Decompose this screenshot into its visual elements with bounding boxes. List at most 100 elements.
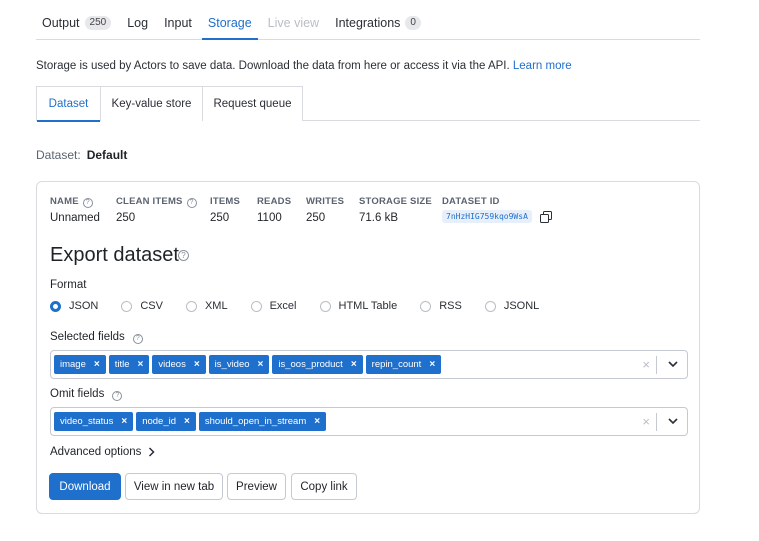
format-excel-label: Excel [269,300,297,312]
format-rss-label: RSS [439,300,462,312]
copy-link-button[interactable]: Copy link [291,473,357,500]
format-json[interactable]: JSON [50,300,98,312]
format-excel[interactable]: Excel [250,300,297,312]
clear-icon[interactable]: × [642,414,650,429]
radio-icon [185,300,197,312]
meta-storage-size-label: STORAGE SIZE [359,196,432,207]
selected-fields-select[interactable]: image × title × videos × is_video × is_oos_p… [50,350,688,379]
remove-chip-icon[interactable]: × [138,359,144,370]
format-rss[interactable]: RSS [420,300,462,312]
preview-button[interactable]: Preview [227,473,286,500]
omit-field-chip[interactable]: video_status × [54,412,134,431]
copy-icon[interactable] [540,211,552,223]
meta-name-label: NAME? [50,196,93,208]
advanced-options-toggle[interactable]: Advanced options [50,446,155,458]
remove-chip-icon[interactable]: × [94,359,100,370]
remove-chip-icon[interactable]: × [184,416,190,427]
radio-icon [250,300,262,312]
meta-writes-label: WRITES [306,196,345,207]
subtab-key-value-store[interactable]: Key-value store [100,86,203,121]
selected-field-chip[interactable]: videos × [152,355,206,374]
selected-field-chip[interactable]: repin_count × [365,355,442,374]
clear-icon[interactable]: × [642,357,650,372]
chevron-down-icon[interactable] [668,359,678,369]
format-csv[interactable]: CSV [121,300,163,312]
meta-storage-size-value: 71.6 kB [359,212,398,224]
tab-storage[interactable]: Storage [201,6,258,40]
omit-field-chip[interactable]: should_open_in_stream × [198,412,327,431]
format-json-label: JSON [69,300,99,312]
dataset-value: Default [86,148,128,162]
remove-chip-icon[interactable]: × [429,359,435,370]
selected-field-chip[interactable]: image × [54,355,106,374]
remove-chip-icon[interactable]: × [314,416,320,427]
meta-items-value: 250 [210,212,230,224]
tab-output[interactable]: Output 250 [42,6,112,39]
subtab-dataset[interactable]: Dataset [36,86,101,122]
selected-field-chip[interactable]: is_video × [208,355,270,374]
selected-fields-label: Selected fields? [50,331,143,344]
select-separator [656,356,657,374]
radio-icon [420,300,432,312]
radio-icon [50,300,61,312]
help-icon[interactable]: ? [82,198,93,208]
meta-writes-value: 250 [306,212,326,224]
tab-integrations-badge: 0 [405,15,421,30]
format-html-table-label: HTML Table [338,300,398,312]
omit-fields-select[interactable]: video_status × node_id × should_open_in_st… [50,407,688,436]
selected-field-chip[interactable]: title × [108,355,150,374]
tab-log-label: Log [127,15,149,30]
tab-input[interactable]: Input [164,6,192,39]
meta-items-label: ITEMS [210,196,241,207]
tab-integrations[interactable]: Integrations 0 [335,6,421,39]
dataset-id-value: 7nHzHIG759kqo9WsA [442,210,532,223]
tab-storage-label: Storage [207,15,252,30]
tab-live-view-label: Live view [267,15,320,30]
learn-more-link[interactable]: Learn more [513,60,572,72]
meta-clean-items-value: 250 [116,212,136,224]
subtab-dataset-label: Dataset [48,98,89,110]
remove-chip-icon[interactable]: × [258,359,264,370]
tab-log[interactable]: Log [127,6,148,39]
radio-icon [121,300,133,312]
storage-info-text: Storage is used by Actors to save data. … [36,60,510,72]
format-xml[interactable]: XML [185,300,228,312]
subtab-request-queue-label: Request queue [213,98,292,110]
selected-fields-chips: image × title × videos × is_video × is_oos_p… [54,355,444,374]
format-radio-group: JSON CSV XML Excel HTML Table RSS JSONL [50,300,562,312]
remove-chip-icon[interactable]: × [194,359,200,370]
format-jsonl-label: JSONL [503,300,540,312]
format-xml-label: XML [204,300,228,312]
download-button[interactable]: Download [49,473,121,500]
meta-name-value: Unnamed [50,212,100,224]
tab-output-label: Output [42,15,80,30]
meta-clean-items-label: CLEAN ITEMS? [116,196,197,208]
meta-reads-label: READS [257,196,292,207]
meta-dataset-id-label: DATASET ID [442,196,500,207]
selected-field-chip[interactable]: is_oos_product × [272,355,363,374]
chevron-down-icon[interactable] [668,416,678,426]
format-label: Format [50,279,87,291]
subtab-request-queue[interactable]: Request queue [202,86,303,121]
tab-live-view: Live view [268,6,319,39]
view-in-new-tab-button[interactable]: View in new tab [125,473,223,500]
help-icon[interactable]: ? [186,198,197,208]
tab-output-badge: 250 [84,15,112,30]
chevron-right-icon [149,447,155,457]
subtab-key-value-store-label: Key-value store [111,98,192,110]
meta-reads-value: 1100 [257,212,282,224]
remove-chip-icon[interactable]: × [351,359,357,370]
help-icon[interactable]: ? [112,391,123,401]
radio-icon [319,300,331,312]
help-icon[interactable]: ? [132,334,143,344]
advanced-options-label: Advanced options [50,446,142,458]
remove-chip-icon[interactable]: × [121,416,127,427]
help-icon[interactable]: ? [178,250,189,261]
format-html-table[interactable]: HTML Table [319,300,398,312]
dataset-card: NAME? Unnamed CLEAN ITEMS? 250 ITEMS 250… [36,181,700,514]
format-jsonl[interactable]: JSONL [484,300,540,312]
omit-field-chip[interactable]: node_id × [136,412,196,431]
tab-integrations-label: Integrations [335,15,401,30]
radio-icon [484,300,496,312]
tab-input-label: Input [164,15,192,30]
